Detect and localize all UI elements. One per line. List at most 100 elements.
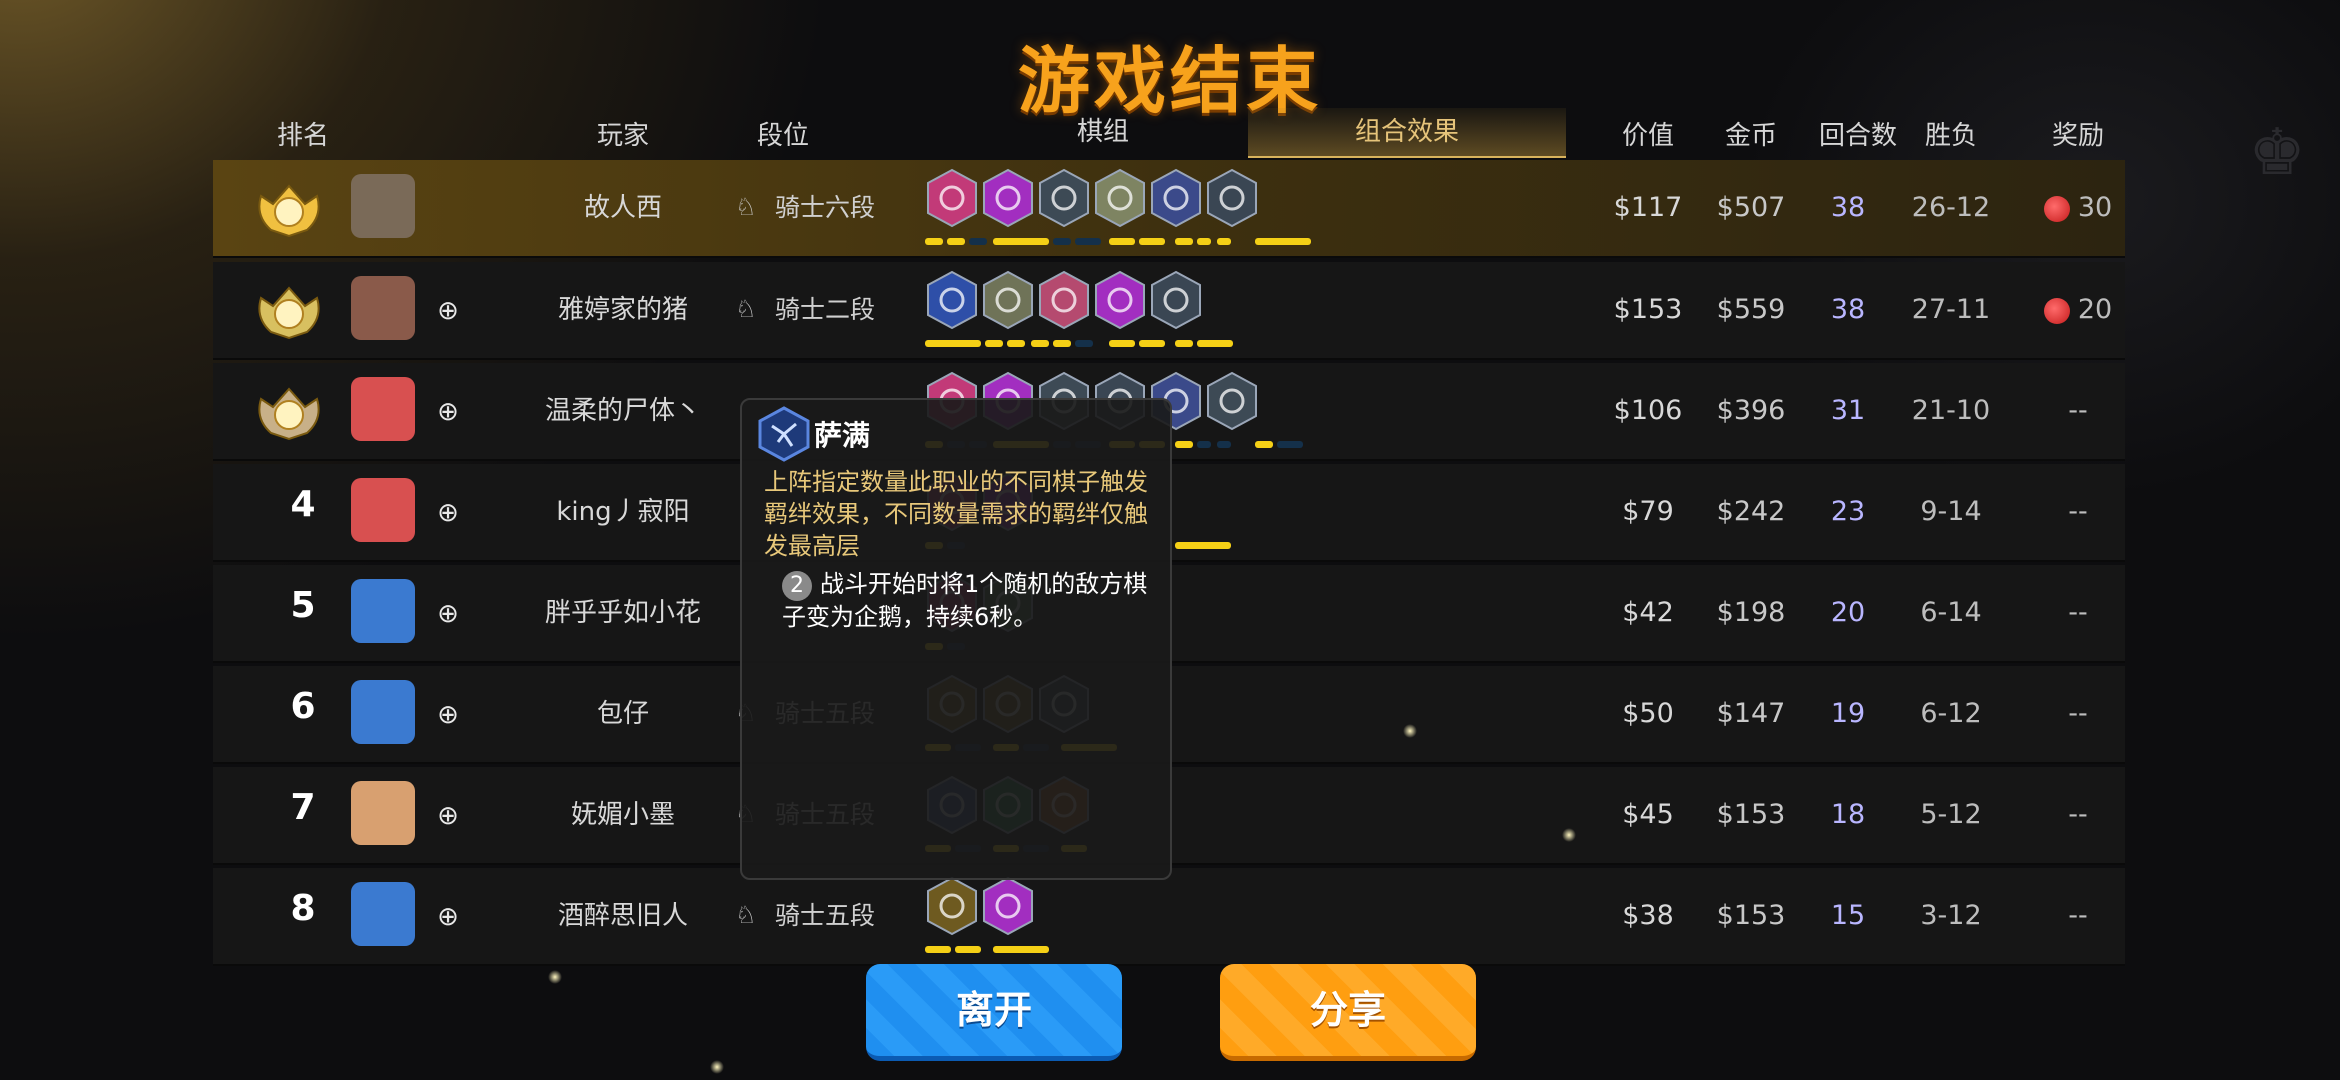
rounds-cell: 23 [1830, 496, 1866, 527]
avatar[interactable] [351, 276, 415, 340]
value-cell: $106 [1613, 395, 1683, 426]
synergy-bar [1007, 340, 1025, 347]
tooltip-tier: 2 战斗开始时将1个随机的敌方棋子变为企鹅，持续6秒。 [782, 568, 1152, 633]
header-player: 玩家 [596, 121, 649, 151]
synergy-bar [1175, 441, 1193, 448]
synergy-bar [1031, 340, 1049, 347]
candy-icon [2043, 195, 2070, 222]
leave-button[interactable]: 离开 [866, 964, 1122, 1061]
gold-cell: $559 [1716, 294, 1786, 325]
synergy-bar [1197, 340, 1233, 347]
player-name: 故人西 [583, 193, 662, 223]
add-friend-icon[interactable]: ⊕ [433, 801, 463, 831]
winloss-cell: 27-11 [1911, 294, 1991, 325]
synergy-icon[interactable] [925, 168, 979, 228]
share-button[interactable]: 分享 [1220, 964, 1476, 1061]
synergy-icon[interactable] [981, 270, 1035, 330]
synergy-icon[interactable] [1149, 270, 1203, 330]
winloss-cell: 6-14 [1920, 597, 1982, 628]
rounds-cell: 18 [1830, 799, 1866, 830]
table-row[interactable]: 8 ⊕ 酒醉思旧人 ♘ 骑士五段 $38 $153 15 3-12 -- [213, 868, 2125, 966]
shaman-icon [758, 406, 810, 462]
table-header: 排名 玩家 段位 棋组 组合效果 价值 金币 回合数 胜负 奖励 [213, 108, 2125, 160]
table-row[interactable]: 故人西 ♘ 骑士六段 $117 $507 38 26-12 30 [213, 160, 2125, 258]
value-cell: $45 [1622, 799, 1674, 830]
synergy-icon[interactable] [1093, 270, 1147, 330]
avatar[interactable] [351, 377, 415, 441]
synergy-icon[interactable] [981, 168, 1035, 228]
reward-amount: 20 [2077, 294, 2113, 325]
value-cell: $79 [1622, 496, 1674, 527]
synergy-icon[interactable] [925, 876, 979, 936]
synergy-icon[interactable] [1205, 371, 1259, 431]
add-friend-icon[interactable]: ⊕ [433, 700, 463, 730]
rounds-cell: 15 [1830, 900, 1866, 931]
knight-rank-icon: ♘ [735, 193, 757, 221]
synergy-icon[interactable] [1149, 168, 1203, 228]
player-name: 胖乎乎如小花 [544, 598, 701, 628]
gold-cell: $396 [1716, 395, 1786, 426]
synergy-bar [1139, 238, 1165, 245]
player-name: 温柔的尸体丶 [544, 396, 701, 426]
synergy-bar [1277, 441, 1303, 448]
avatar[interactable] [351, 478, 415, 542]
value-cell: $117 [1613, 192, 1683, 223]
tier-label: 骑士五段 [775, 901, 876, 930]
synergy-bar [1075, 238, 1101, 245]
synergy-icon[interactable] [1093, 168, 1147, 228]
sparkle-decoration [1403, 724, 1417, 738]
sparkle-decoration [710, 1060, 724, 1074]
value-cell: $38 [1622, 900, 1674, 931]
winloss-cell: 3-12 [1920, 900, 1982, 931]
synergy-bar [1175, 542, 1231, 549]
add-friend-icon[interactable]: ⊕ [433, 296, 463, 326]
reward-cell: 20 [2023, 262, 2133, 358]
synergy-bar [993, 946, 1049, 953]
synergy-tooltip: 萨满 上阵指定数量此职业的不同棋子触发羁绊效果，不同数量需求的羁绊仅触发最高层 … [740, 398, 1172, 880]
tier-label: 骑士六段 [775, 193, 876, 222]
player-name: 雅婷家的猪 [557, 295, 688, 325]
tier-label: 骑士二段 [775, 295, 876, 324]
tab-synergy[interactable]: 组合效果 [1248, 108, 1566, 158]
synergy-bar [1197, 238, 1211, 245]
synergy-icon[interactable] [1037, 168, 1091, 228]
player-name: 酒醉思旧人 [557, 901, 688, 931]
winloss-cell: 6-12 [1920, 698, 1982, 729]
reward-amount: 30 [2077, 192, 2113, 223]
synergy-icon[interactable] [925, 270, 979, 330]
avatar[interactable] [351, 579, 415, 643]
reward-cell: -- [2068, 597, 2088, 628]
header-lineup[interactable]: 棋组 [1033, 108, 1173, 156]
add-friend-icon[interactable]: ⊕ [433, 902, 463, 932]
gold-cell: $242 [1716, 496, 1786, 527]
avatar[interactable] [351, 882, 415, 946]
crown-icon: ♚ [2248, 116, 2306, 190]
synergy-bar [1217, 441, 1231, 448]
reward-cell: -- [2068, 799, 2088, 830]
table-row[interactable]: ⊕ 雅婷家的猪 ♘ 骑士二段 $153 $559 38 27-11 20 [213, 262, 2125, 360]
value-cell: $153 [1613, 294, 1683, 325]
tier-text: 战斗开始时将1个随机的敌方棋子变为企鹅，持续6秒。 [782, 570, 1148, 631]
tooltip-description: 上阵指定数量此职业的不同棋子触发羁绊效果，不同数量需求的羁绊仅触发最高层 [764, 468, 1148, 560]
avatar[interactable] [351, 174, 415, 238]
synergy-bar [993, 238, 1049, 245]
add-friend-icon[interactable]: ⊕ [433, 498, 463, 528]
rank-number: 7 [290, 787, 316, 828]
rank-number: 8 [290, 888, 316, 929]
avatar[interactable] [351, 680, 415, 744]
synergy-icon[interactable] [1037, 270, 1091, 330]
reward-cell: -- [2068, 496, 2088, 527]
rank-medal-icon [258, 286, 320, 340]
add-friend-icon[interactable]: ⊕ [433, 599, 463, 629]
avatar[interactable] [351, 781, 415, 845]
candy-icon [2043, 297, 2070, 324]
knight-rank-icon: ♘ [735, 295, 757, 323]
add-friend-icon[interactable]: ⊕ [433, 397, 463, 427]
winloss-cell: 21-10 [1911, 395, 1991, 426]
synergy-icon[interactable] [1205, 168, 1259, 228]
value-cell: $42 [1622, 597, 1674, 628]
gold-cell: $507 [1716, 192, 1786, 223]
synergy-icon[interactable] [981, 876, 1035, 936]
value-cell: $50 [1622, 698, 1674, 729]
tooltip-title: 萨满 [814, 419, 871, 452]
